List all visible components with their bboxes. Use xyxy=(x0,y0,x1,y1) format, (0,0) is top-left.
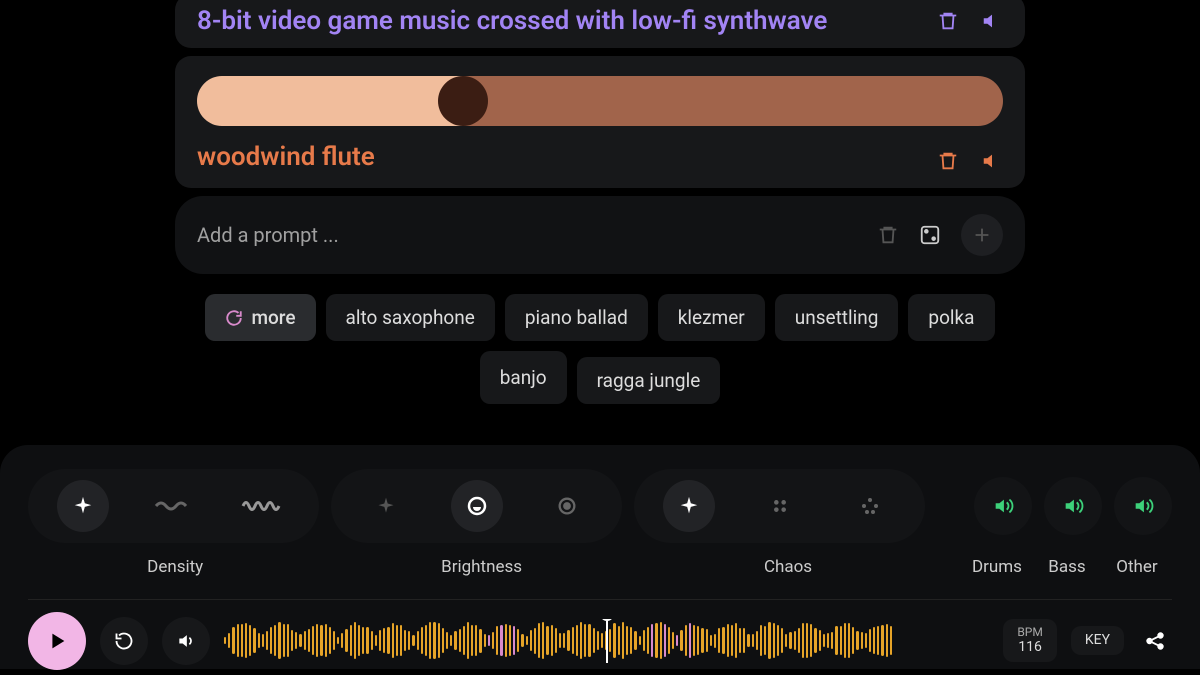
brightness-high[interactable] xyxy=(541,480,593,532)
slider-thumb[interactable] xyxy=(438,76,488,126)
chaos-label: Chaos xyxy=(641,557,935,577)
chip-suggestion[interactable]: alto saxophone xyxy=(326,294,495,341)
density-low[interactable] xyxy=(57,480,109,532)
chip-suggestion[interactable]: piano ballad xyxy=(505,294,648,341)
prompt-text: woodwind flute xyxy=(197,142,1003,172)
prompt-card-1: 8-bit video game music crossed with low-… xyxy=(175,0,1025,48)
share-icon[interactable] xyxy=(1138,630,1172,652)
bass-label: Bass xyxy=(1032,557,1102,577)
brightness-label: Brightness xyxy=(334,557,628,577)
brightness-group xyxy=(331,469,622,543)
bpm-box[interactable]: BPM 116 xyxy=(1003,619,1057,662)
other-toggle[interactable] xyxy=(1114,477,1172,535)
density-label: Density xyxy=(28,557,322,577)
density-high[interactable] xyxy=(238,480,290,532)
density-group xyxy=(28,469,319,543)
chaos-group xyxy=(634,469,925,543)
playhead[interactable] xyxy=(600,619,614,663)
density-mid[interactable] xyxy=(148,480,200,532)
chip-suggestion[interactable]: banjo xyxy=(480,351,567,404)
volume-button[interactable] xyxy=(162,617,210,665)
prompt-card-2: woodwind flute xyxy=(175,56,1025,188)
mute-icon[interactable] xyxy=(981,150,1003,172)
drums-label: Drums xyxy=(962,557,1032,577)
play-button[interactable] xyxy=(28,612,86,670)
brightness-low[interactable] xyxy=(360,480,412,532)
transport-bar: BPM 116 KEY xyxy=(28,599,1172,669)
chip-suggestion[interactable]: klezmer xyxy=(658,294,765,341)
add-prompt-card: Add a prompt ... xyxy=(175,196,1025,274)
trash-icon[interactable] xyxy=(877,224,899,246)
bass-toggle[interactable] xyxy=(1044,477,1102,535)
controls-panel: Density Brightness Chaos Drums Bass Othe… xyxy=(0,445,1200,669)
chip-label: more xyxy=(251,306,295,329)
prompt-text: 8-bit video game music crossed with low-… xyxy=(197,6,1003,36)
suggestion-chips: more alto saxophone piano ballad klezmer… xyxy=(175,294,1025,404)
chip-suggestion[interactable]: ragga jungle xyxy=(577,357,721,404)
chaos-high[interactable] xyxy=(844,480,896,532)
dice-icon[interactable] xyxy=(919,224,941,246)
chip-suggestion[interactable]: polka xyxy=(908,294,994,341)
chip-suggestion[interactable]: unsettling xyxy=(775,294,899,341)
drums-toggle[interactable] xyxy=(974,477,1032,535)
key-box[interactable]: KEY xyxy=(1071,626,1124,655)
add-button[interactable] xyxy=(961,214,1003,256)
other-label: Other xyxy=(1102,557,1172,577)
loop-button[interactable] xyxy=(100,617,148,665)
trash-icon[interactable] xyxy=(937,10,959,32)
prompt-slider[interactable] xyxy=(197,76,1003,126)
chip-more[interactable]: more xyxy=(205,294,315,341)
trash-icon[interactable] xyxy=(937,150,959,172)
chaos-low[interactable] xyxy=(663,480,715,532)
chaos-mid[interactable] xyxy=(754,480,806,532)
mute-icon[interactable] xyxy=(981,10,1003,32)
brightness-mid[interactable] xyxy=(451,480,503,532)
waveform[interactable] xyxy=(224,619,989,663)
add-prompt-input[interactable]: Add a prompt ... xyxy=(197,223,339,247)
